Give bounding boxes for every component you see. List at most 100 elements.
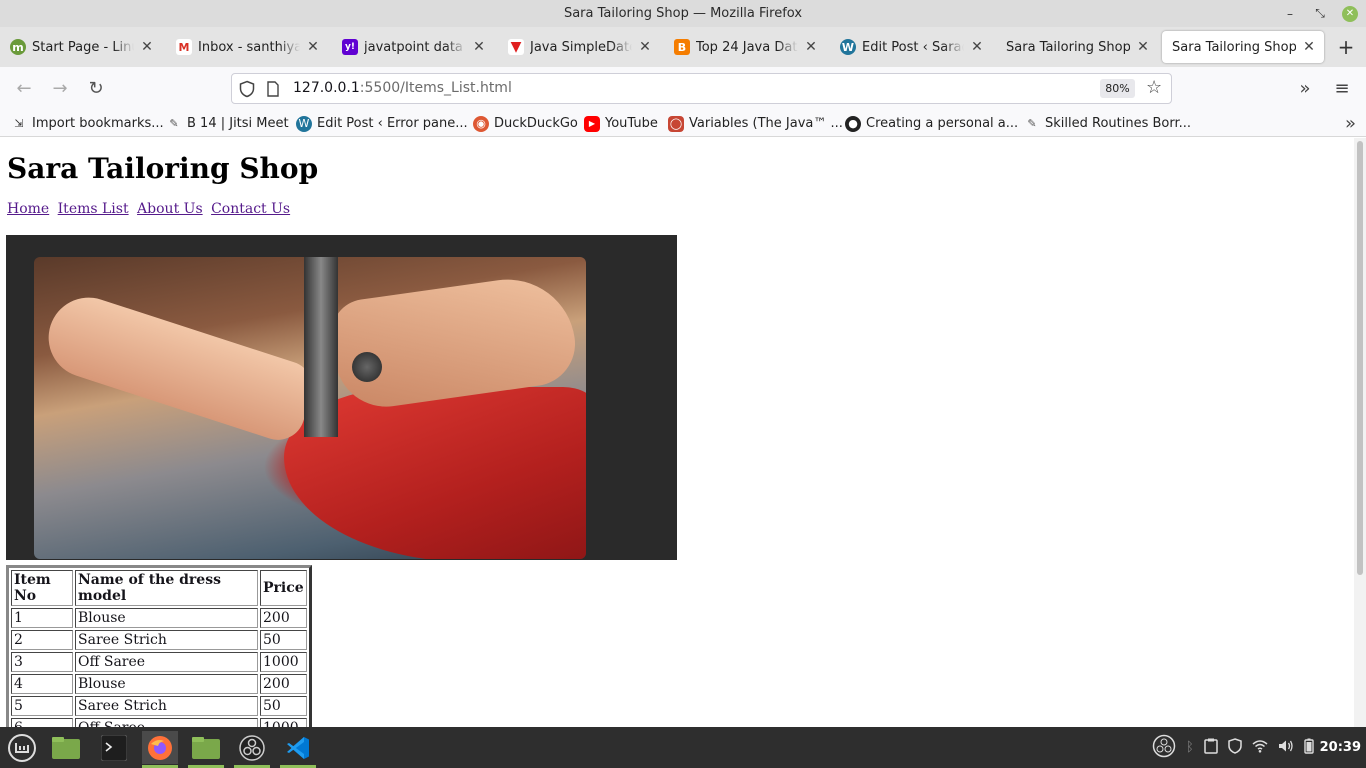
- tracking-protection-shield-icon[interactable]: [238, 80, 256, 98]
- tab-strip: m Start Page - Linux ✕ M Inbox - santhiy…: [0, 27, 1366, 67]
- volume-icon[interactable]: [1278, 739, 1294, 757]
- maximize-button[interactable]: ⤡: [1305, 6, 1335, 21]
- scrollbar-thumb[interactable]: [1357, 141, 1363, 575]
- close-tab-icon[interactable]: ✕: [1302, 39, 1316, 55]
- bookmark-jitsi[interactable]: ✎ B 14 | Jitsi Meet: [166, 114, 289, 133]
- tab-top-24-java-date[interactable]: B Top 24 Java Date, ✕: [664, 31, 826, 63]
- youtube-icon: ▶: [584, 115, 600, 132]
- close-tab-icon[interactable]: ✕: [804, 39, 818, 55]
- battery-icon[interactable]: [1304, 738, 1314, 758]
- firefox-icon[interactable]: [142, 731, 178, 768]
- tab-sara-tailoring-active[interactable]: Sara Tailoring Shop ✕: [1162, 31, 1324, 63]
- left-hand-shape: [38, 287, 320, 447]
- bookmark-label: B 14 | Jitsi Meet: [187, 116, 289, 131]
- close-tab-icon[interactable]: ✕: [638, 39, 652, 55]
- wordpress-icon: W: [840, 39, 856, 55]
- tab-javatpoint[interactable]: y! javatpoint data an ✕: [332, 31, 494, 63]
- page-info-icon[interactable]: [266, 81, 280, 97]
- bookmark-duckduckgo[interactable]: ◉ DuckDuckGo: [473, 114, 578, 133]
- tab-sara-tailoring-1[interactable]: Sara Tailoring Shop ✕: [996, 31, 1158, 63]
- minimize-button[interactable]: –: [1275, 7, 1305, 21]
- page-scrollbar[interactable]: [1354, 138, 1366, 727]
- window-title: Sara Tailoring Shop — Mozilla Firefox: [563, 6, 803, 21]
- close-tab-icon[interactable]: ✕: [306, 39, 320, 55]
- close-tab-icon[interactable]: ✕: [140, 39, 154, 55]
- reload-button[interactable]: ↻: [82, 75, 110, 103]
- overflow-menu-button[interactable]: »: [1291, 75, 1319, 103]
- close-tab-icon[interactable]: ✕: [1136, 39, 1150, 55]
- cell-item-no: 4: [11, 674, 73, 694]
- bookmarks-toolbar: ⇲ Import bookmarks... ✎ B 14 | Jitsi Mee…: [0, 110, 1366, 137]
- bookmark-label: Skilled Routines Borr...: [1045, 116, 1192, 131]
- obs-tray-icon[interactable]: [1152, 734, 1176, 762]
- window-titlebar: Sara Tailoring Shop — Mozilla Firefox: [0, 0, 1366, 27]
- obs-icon[interactable]: [234, 731, 270, 768]
- terminal-icon[interactable]: [96, 731, 132, 764]
- files-icon[interactable]: [188, 731, 224, 768]
- app-menu-button[interactable]: ≡: [1328, 75, 1356, 103]
- cell-item-no: 3: [11, 652, 73, 672]
- tab-label: Java SimpleDateF: [530, 39, 632, 55]
- bookmark-import[interactable]: ⇲ Import bookmarks...: [11, 114, 163, 133]
- nav-link-home[interactable]: Home: [7, 201, 49, 217]
- bookmark-skilled-routines[interactable]: ✎ Skilled Routines Borr...: [1024, 114, 1191, 133]
- bookmark-variables-java[interactable]: ◯ Variables (The Java™ ...: [668, 114, 843, 133]
- cell-item-no: 1: [11, 608, 73, 628]
- cell-price: 200: [260, 674, 307, 694]
- duckduckgo-icon: ◉: [473, 115, 489, 132]
- page-content: Sara Tailoring Shop Home Items List Abou…: [0, 138, 1354, 743]
- column-header-price: Price: [260, 570, 307, 606]
- nav-link-items-list[interactable]: Items List: [58, 201, 129, 217]
- url-path: :5500/Items_List.html: [359, 80, 512, 96]
- wifi-icon[interactable]: [1252, 739, 1268, 757]
- github-icon: ●: [845, 115, 861, 132]
- table-row: 3 Off Saree 1000: [11, 652, 307, 672]
- nav-link-about-us[interactable]: About Us: [137, 201, 203, 217]
- bookmark-star-icon[interactable]: ☆: [1146, 77, 1162, 98]
- bookmarks-overflow-button[interactable]: »: [1345, 113, 1356, 134]
- bluetooth-icon[interactable]: ᛒ: [1186, 740, 1194, 755]
- tab-inbox[interactable]: M Inbox - santhiyad1 ✕: [166, 31, 328, 63]
- back-button[interactable]: ←: [10, 75, 38, 103]
- forward-button[interactable]: →: [46, 75, 74, 103]
- column-header-dress-model: Name of the dress model: [75, 570, 258, 606]
- close-tab-icon[interactable]: ✕: [970, 39, 984, 55]
- sewing-photo: [34, 257, 586, 559]
- needle-bar-shape: [304, 257, 338, 437]
- tab-label: Edit Post ‹ Sara@J: [862, 39, 964, 55]
- yahoo-icon: y!: [342, 39, 358, 55]
- url-text[interactable]: 127.0.0.1:5500/Items_List.html: [293, 74, 512, 103]
- table-row: 4 Blouse 200: [11, 674, 307, 694]
- url-host: 127.0.0.1: [293, 80, 360, 96]
- clock[interactable]: 20:39: [1320, 727, 1361, 768]
- cell-dress-model: Blouse: [75, 608, 258, 628]
- new-tab-button[interactable]: +: [1334, 31, 1358, 63]
- bookmark-creating-personal[interactable]: ● Creating a personal a...: [845, 114, 1018, 133]
- clipboard-icon[interactable]: [1204, 738, 1218, 758]
- oracle-icon: ◯: [668, 115, 684, 132]
- files-icon[interactable]: [48, 731, 84, 764]
- vivaldi-icon: ▼: [508, 39, 524, 55]
- url-bar[interactable]: 127.0.0.1:5500/Items_List.html 80% ☆: [231, 73, 1172, 104]
- vscode-icon[interactable]: [280, 731, 316, 768]
- cell-item-no: 5: [11, 696, 73, 716]
- mint-menu-icon[interactable]: [4, 731, 40, 764]
- tab-edit-post[interactable]: W Edit Post ‹ Sara@J ✕: [830, 31, 992, 63]
- zoom-level-button[interactable]: 80%: [1100, 79, 1135, 98]
- nav-link-contact-us[interactable]: Contact Us: [211, 201, 290, 217]
- tab-java-simpledateformat[interactable]: ▼ Java SimpleDateF ✕: [498, 31, 660, 63]
- close-tab-icon[interactable]: ✕: [472, 39, 486, 55]
- bookmark-youtube[interactable]: ▶ YouTube: [584, 114, 658, 133]
- close-window-button[interactable]: ✕: [1342, 5, 1358, 22]
- cell-price: 50: [260, 630, 307, 650]
- bookmark-edit-post[interactable]: W Edit Post ‹ Error pane...: [296, 114, 468, 133]
- cell-dress-model: Off Saree: [75, 652, 258, 672]
- cell-dress-model: Saree Strich: [75, 630, 258, 650]
- cell-dress-model: Saree Strich: [75, 696, 258, 716]
- bookmark-label: Variables (The Java™ ...: [689, 116, 843, 131]
- cell-price: 50: [260, 696, 307, 716]
- linux-mint-icon: m: [10, 39, 26, 55]
- shield-icon[interactable]: [1228, 737, 1242, 758]
- tab-start-page[interactable]: m Start Page - Linux ✕: [0, 31, 162, 63]
- cell-dress-model: Blouse: [75, 674, 258, 694]
